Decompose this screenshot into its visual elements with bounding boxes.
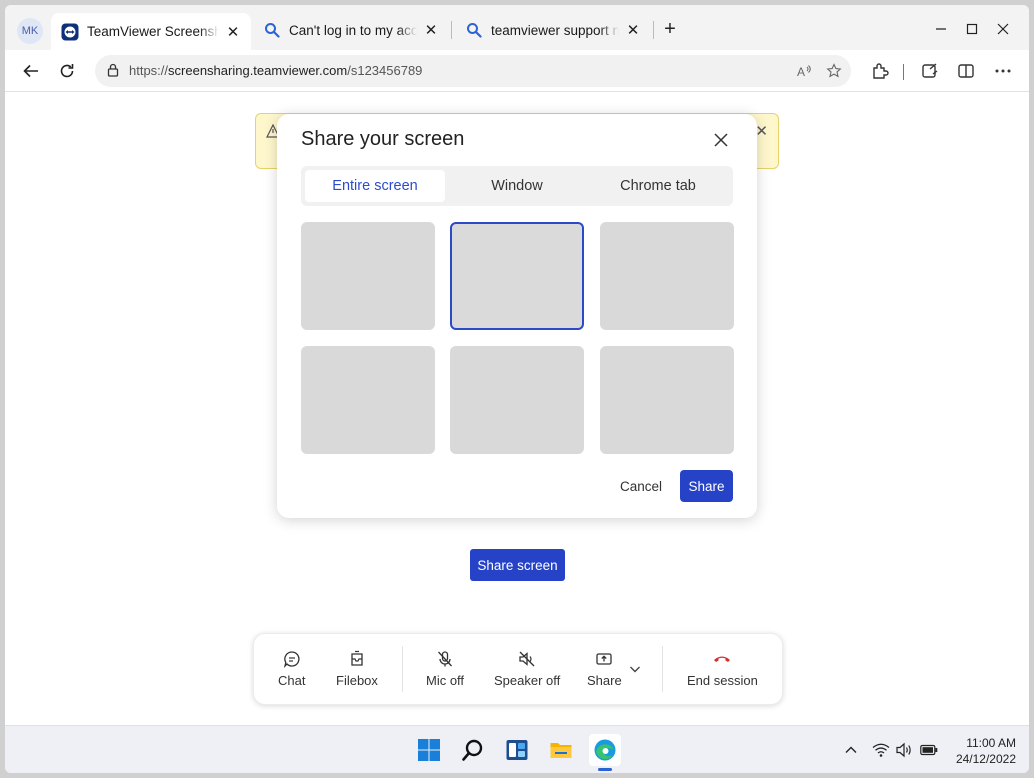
tab-support-number[interactable]: teamviewer support number ✕ xyxy=(455,13,651,47)
close-icon[interactable]: ✕ xyxy=(225,24,241,41)
dialog-title: Share your screen xyxy=(301,128,465,150)
close-icon[interactable]: ✕ xyxy=(755,122,768,140)
close-icon[interactable] xyxy=(711,130,731,150)
filebox-button[interactable]: Filebox xyxy=(336,648,378,688)
refresh-icon[interactable] xyxy=(55,59,79,83)
end-session-button[interactable]: End session xyxy=(687,648,758,688)
speaker-off-icon xyxy=(516,648,538,670)
filebox-icon xyxy=(346,648,368,670)
back-icon[interactable] xyxy=(19,59,43,83)
share-source-tabs: Entire screen Window Chrome tab xyxy=(301,166,733,206)
browser-window: MK TeamViewer Screensharing ✕ Can't log … xyxy=(5,5,1029,773)
tab-title: TeamViewer Screensharing xyxy=(87,24,219,39)
close-icon[interactable]: ✕ xyxy=(625,22,641,39)
tab-divider xyxy=(653,21,654,39)
search-icon xyxy=(263,21,281,39)
chat-icon xyxy=(281,648,303,670)
screen-thumbnail[interactable] xyxy=(600,222,734,330)
url-path: /s123456789 xyxy=(347,63,423,78)
end-session-label: End session xyxy=(687,673,758,688)
tab-title: Can't log in to my account xyxy=(289,22,417,38)
screen-thumbnail[interactable] xyxy=(301,222,435,330)
tab-title: teamviewer support number xyxy=(491,22,619,38)
system-clock[interactable]: 11:00 AM 24/12/2022 xyxy=(940,735,1016,767)
share-screen-dialog: Share your screen Entire screen Window C… xyxy=(277,114,757,518)
mic-off-icon xyxy=(434,648,456,670)
battery-icon[interactable] xyxy=(919,740,939,760)
speaker-off-label: Speaker off xyxy=(494,673,561,688)
share-control-label: Share xyxy=(587,673,622,688)
extensions-icon[interactable] xyxy=(869,60,891,82)
new-tab-icon[interactable]: + xyxy=(659,18,681,40)
control-divider xyxy=(402,646,403,692)
cancel-button[interactable]: Cancel xyxy=(611,471,671,501)
tab-divider xyxy=(451,21,452,39)
mic-off-button[interactable]: Mic off xyxy=(426,648,464,688)
split-screen-icon[interactable] xyxy=(955,60,977,82)
search-icon[interactable] xyxy=(457,734,489,766)
screen-thumbnail[interactable] xyxy=(301,346,435,454)
screen-thumbnail-selected[interactable] xyxy=(450,222,584,330)
screen-thumbnail[interactable] xyxy=(600,346,734,454)
tab-entire-screen[interactable]: Entire screen xyxy=(305,170,445,202)
clock-time: 11:00 AM xyxy=(966,736,1016,750)
chat-label: Chat xyxy=(278,673,306,688)
share-screen-button[interactable]: Share screen xyxy=(470,549,565,581)
page-content: ✕ Share your screen Entire screen Window… xyxy=(5,93,1029,725)
minimize-icon[interactable] xyxy=(929,17,953,41)
file-explorer-icon[interactable] xyxy=(545,734,577,766)
tab-teamviewer[interactable]: TeamViewer Screensharing ✕ xyxy=(51,13,251,50)
tab-window[interactable]: Window xyxy=(447,170,587,202)
url-scheme: https:// xyxy=(129,63,169,78)
close-window-icon[interactable] xyxy=(991,17,1015,41)
edge-browser-icon[interactable] xyxy=(589,734,621,766)
chevron-down-icon[interactable] xyxy=(628,662,642,676)
browser-toolbar: https://screensharing.teamviewer.com/s12… xyxy=(5,50,1029,92)
tab-chrome-tab[interactable]: Chrome tab xyxy=(588,170,728,202)
teamviewer-icon xyxy=(61,23,79,41)
share-button[interactable]: Share xyxy=(680,470,733,502)
screen-thumbnail[interactable] xyxy=(450,346,584,454)
tab-cant-log-in[interactable]: Can't log in to my account ✕ xyxy=(253,13,449,47)
profile-avatar[interactable]: MK xyxy=(17,18,43,44)
mic-off-label: Mic off xyxy=(426,673,465,688)
favorite-star-icon[interactable] xyxy=(825,62,843,80)
active-app-indicator xyxy=(598,768,612,771)
control-divider xyxy=(662,646,663,692)
more-menu-icon[interactable] xyxy=(992,60,1014,82)
lock-icon xyxy=(107,63,119,82)
volume-icon[interactable] xyxy=(895,740,915,760)
session-control-bar: Chat Filebox Mic off Speaker off Share E… xyxy=(253,633,783,705)
chevron-up-icon[interactable] xyxy=(841,740,861,760)
close-icon[interactable]: ✕ xyxy=(423,22,439,39)
windows-taskbar: 11:00 AM 24/12/2022 xyxy=(5,725,1029,773)
chat-button[interactable]: Chat xyxy=(278,648,305,688)
search-icon xyxy=(465,21,483,39)
clock-date: 24/12/2022 xyxy=(955,752,1016,766)
url-host: screensharing.teamviewer.com xyxy=(168,63,348,78)
share-control-button[interactable]: Share xyxy=(587,648,622,688)
windows-start-icon[interactable] xyxy=(413,734,445,766)
tab-strip: MK TeamViewer Screensharing ✕ Can't log … xyxy=(5,5,1029,50)
widgets-icon[interactable] xyxy=(501,734,533,766)
speaker-off-button[interactable]: Speaker off xyxy=(494,648,560,688)
address-bar[interactable]: https://screensharing.teamviewer.com/s12… xyxy=(95,55,851,87)
filebox-label: Filebox xyxy=(336,673,378,688)
share-upload-icon xyxy=(593,648,615,670)
toolbar-divider xyxy=(903,64,904,80)
url-text[interactable]: https://screensharing.teamviewer.com/s12… xyxy=(129,63,422,78)
hang-up-icon xyxy=(711,648,733,670)
wifi-icon[interactable] xyxy=(871,740,891,760)
svg-text:A: A xyxy=(797,65,805,79)
read-aloud-icon[interactable]: A xyxy=(795,62,813,80)
maximize-icon[interactable] xyxy=(960,17,984,41)
browser-essentials-icon[interactable] xyxy=(919,60,941,82)
